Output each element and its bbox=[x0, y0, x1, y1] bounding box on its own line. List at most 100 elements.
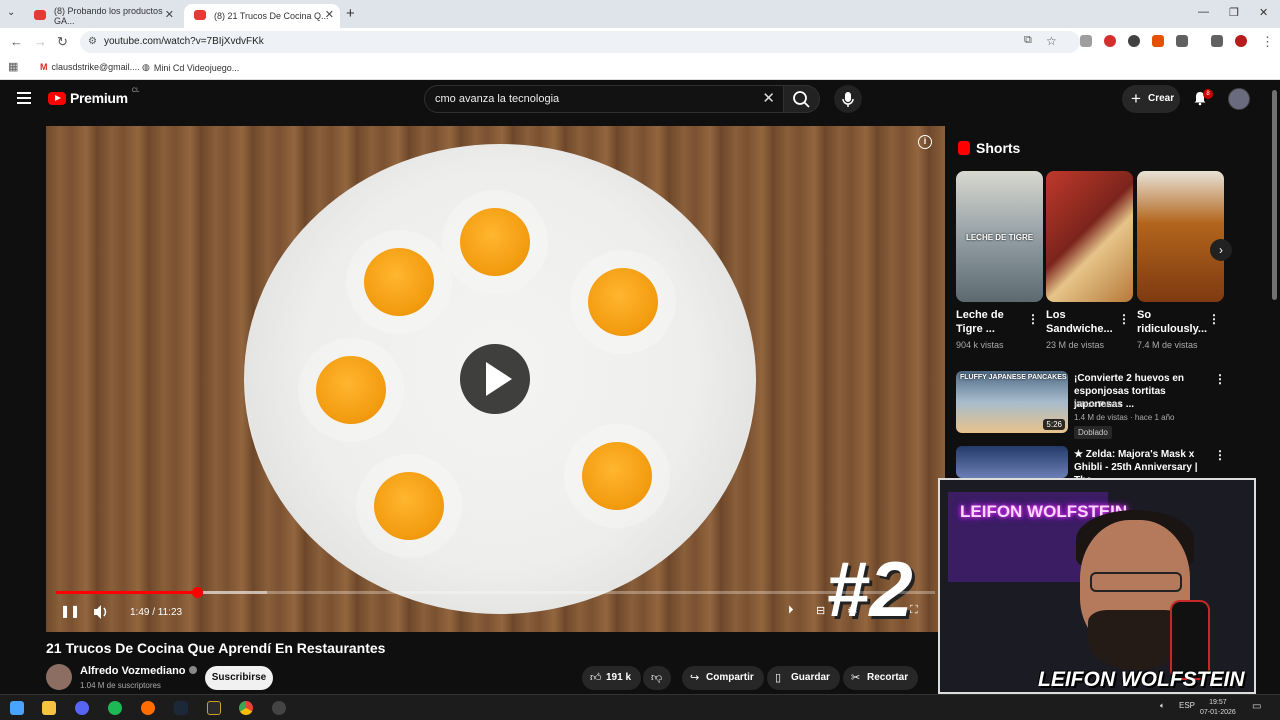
theater-mode-icon[interactable]: ▭ bbox=[878, 604, 888, 617]
app-icon[interactable] bbox=[207, 701, 221, 715]
save-button[interactable]: ▯ Guardar bbox=[767, 666, 840, 690]
menu-hamburger-icon[interactable] bbox=[17, 92, 31, 107]
big-play-button[interactable] bbox=[460, 344, 530, 414]
minimize-icon[interactable]: — bbox=[1198, 6, 1209, 18]
app-icon[interactable] bbox=[141, 701, 155, 715]
time-display: 1:49 / 11:23 bbox=[130, 607, 183, 618]
youtube-logo[interactable]: Premium CL bbox=[48, 88, 140, 106]
extension-icon[interactable] bbox=[1128, 35, 1140, 47]
bookmark-gmail[interactable]: M clausdstrike@gmail.... bbox=[40, 62, 140, 72]
bookmark-star-icon[interactable]: ☆ bbox=[1046, 34, 1057, 48]
progress-bar[interactable] bbox=[56, 587, 935, 598]
close-tab-icon[interactable]: ✕ bbox=[325, 8, 334, 21]
account-avatar[interactable] bbox=[1228, 88, 1250, 110]
scrubber-handle[interactable] bbox=[191, 587, 203, 598]
steam-icon[interactable] bbox=[174, 701, 188, 715]
install-icon[interactable]: ⧉ bbox=[1024, 34, 1032, 47]
file-explorer-icon[interactable] bbox=[42, 701, 56, 715]
youtube-header: Premium CL cmo avanza la tecnologia ✕ Cr… bbox=[0, 80, 1280, 118]
back-icon[interactable]: ← bbox=[10, 34, 23, 49]
taskbar-clock[interactable]: 19:57 07-01-2026 bbox=[1200, 698, 1236, 718]
create-button[interactable]: Crear bbox=[1122, 85, 1180, 113]
video-duration: 5:26 bbox=[1043, 419, 1065, 430]
search-button[interactable] bbox=[784, 85, 820, 113]
media-control-icon[interactable] bbox=[1211, 35, 1223, 47]
short-menu-icon[interactable]: ⋮ bbox=[1208, 312, 1220, 326]
short-title-3[interactable]: So ridiculously... bbox=[1137, 308, 1212, 336]
channel-name-text: Alfredo Vozmediano bbox=[80, 665, 186, 677]
notifications-badge: 8 bbox=[1203, 89, 1213, 99]
url-input[interactable]: ⚙ youtube.com/watch?v=7BIjXvdvFKk bbox=[80, 31, 1080, 53]
subscribe-button[interactable]: Suscribirse bbox=[205, 666, 273, 690]
thumbs-up-icon: 👍︎ bbox=[590, 672, 602, 684]
close-window-icon[interactable]: ✕ bbox=[1259, 6, 1268, 19]
short-menu-icon[interactable]: ⋮ bbox=[1027, 312, 1039, 326]
channel-name[interactable]: Alfredo Vozmediano bbox=[80, 665, 197, 677]
extension-icon[interactable] bbox=[1080, 35, 1092, 47]
short-thumbnail-1[interactable]: LECHE DE TIGRE bbox=[956, 171, 1043, 302]
browser-tab-1[interactable]: (8) Probando los productos GA... ✕ bbox=[24, 4, 180, 28]
bookmark-mini-cd[interactable]: ◍ Mini Cd Videojuego... bbox=[142, 62, 239, 73]
short-title-1[interactable]: Leche de Tigre ... bbox=[956, 308, 1031, 336]
site-info-icon[interactable]: ⚙ bbox=[88, 31, 97, 53]
tab-search-icon[interactable]: ⌄ bbox=[7, 7, 15, 18]
new-tab-button[interactable]: + bbox=[346, 5, 355, 22]
clip-button[interactable]: ✂ Recortar bbox=[843, 666, 919, 690]
url-text: youtube.com/watch?v=7BIjXvdvFKk bbox=[104, 36, 264, 47]
short-views-3: 7.4 M de vistas bbox=[1137, 340, 1198, 350]
video-player[interactable]: i #2 ❚❚ 1:49 / 11:23 ⏵ ⊟ ⚙ ▭ ⛶ bbox=[46, 126, 945, 632]
apps-grid-icon[interactable]: ▦ bbox=[8, 60, 18, 73]
like-button[interactable]: 👍︎ 191 k bbox=[582, 666, 642, 690]
browser-menu-icon[interactable]: ⋮ bbox=[1261, 34, 1274, 50]
streamer-glasses bbox=[1090, 572, 1182, 592]
windows-start-icon[interactable] bbox=[10, 701, 24, 715]
autoplay-toggle-icon[interactable]: ⏵ bbox=[788, 604, 794, 617]
short-menu-icon[interactable]: ⋮ bbox=[1118, 312, 1130, 326]
microphone-icon bbox=[842, 92, 854, 107]
short-thumbnail-2[interactable] bbox=[1046, 171, 1133, 302]
extensions-puzzle-icon[interactable] bbox=[1176, 35, 1188, 47]
recommendation-menu-icon[interactable]: ⋮ bbox=[1214, 448, 1226, 462]
extension-icon[interactable] bbox=[1104, 35, 1116, 47]
notification-center-icon[interactable]: ▭ bbox=[1252, 701, 1261, 712]
discord-icon[interactable] bbox=[75, 701, 89, 715]
settings-gear-icon[interactable]: ⚙ bbox=[847, 604, 858, 618]
recommendation-menu-icon[interactable]: ⋮ bbox=[1214, 372, 1226, 386]
spotify-icon[interactable] bbox=[108, 701, 122, 715]
close-tab-icon[interactable]: ✕ bbox=[165, 8, 174, 21]
chrome-icon[interactable] bbox=[239, 701, 253, 715]
bookmark-label: Mini Cd Videojuego... bbox=[153, 62, 240, 73]
channel-avatar[interactable] bbox=[46, 664, 72, 690]
short-thumbnail-3[interactable] bbox=[1137, 171, 1224, 302]
search-input[interactable]: cmo avanza la tecnologia ✕ bbox=[424, 85, 784, 113]
reload-icon[interactable]: ↻ bbox=[57, 34, 68, 50]
shorts-next-button[interactable]: › bbox=[1210, 239, 1232, 261]
info-icon[interactable]: i bbox=[918, 135, 932, 149]
language-indicator[interactable]: ESP bbox=[1179, 701, 1195, 710]
short-views-1: 904 k vistas bbox=[956, 340, 1004, 350]
maximize-icon[interactable]: ❐ bbox=[1229, 6, 1239, 19]
browser-tab-2[interactable]: (8) 21 Trucos De Cocina Q... ✕ bbox=[184, 4, 340, 28]
short-title-2[interactable]: Los Sandwiche... bbox=[1046, 308, 1121, 336]
extension-icon[interactable] bbox=[1152, 35, 1164, 47]
volume-icon[interactable] bbox=[92, 604, 110, 620]
volume-tray-icon[interactable]: 🔈︎ bbox=[1160, 701, 1165, 711]
obs-icon[interactable] bbox=[272, 701, 286, 715]
recommendation-channel-1[interactable]: Whisk Takers bbox=[1074, 400, 1121, 409]
profile-avatar[interactable] bbox=[1235, 35, 1247, 47]
pause-icon[interactable]: ❚❚ bbox=[60, 604, 80, 618]
forward-icon[interactable]: → bbox=[34, 34, 47, 49]
globe-icon: ◍ bbox=[142, 62, 150, 72]
recommendation-thumbnail-2[interactable] bbox=[956, 446, 1068, 478]
share-button[interactable]: ↪ Compartir bbox=[682, 666, 764, 690]
subtitles-icon[interactable]: ⊟ bbox=[816, 604, 825, 617]
recommendation-thumbnail-1[interactable]: FLUFFY JAPANESE PANCAKES 5:26 bbox=[956, 371, 1068, 433]
page-scrollbar[interactable] bbox=[1272, 90, 1277, 300]
logo-region: CL bbox=[131, 88, 140, 94]
clear-search-icon[interactable]: ✕ bbox=[762, 86, 775, 112]
fullscreen-icon[interactable]: ⛶ bbox=[910, 604, 918, 617]
like-count: 191 k bbox=[606, 672, 632, 683]
voice-search-button[interactable] bbox=[834, 85, 862, 113]
dislike-button[interactable]: 👎︎ bbox=[643, 666, 671, 690]
windows-taskbar: 🔈︎ ESP 19:57 07-01-2026 ▭ bbox=[0, 694, 1280, 720]
